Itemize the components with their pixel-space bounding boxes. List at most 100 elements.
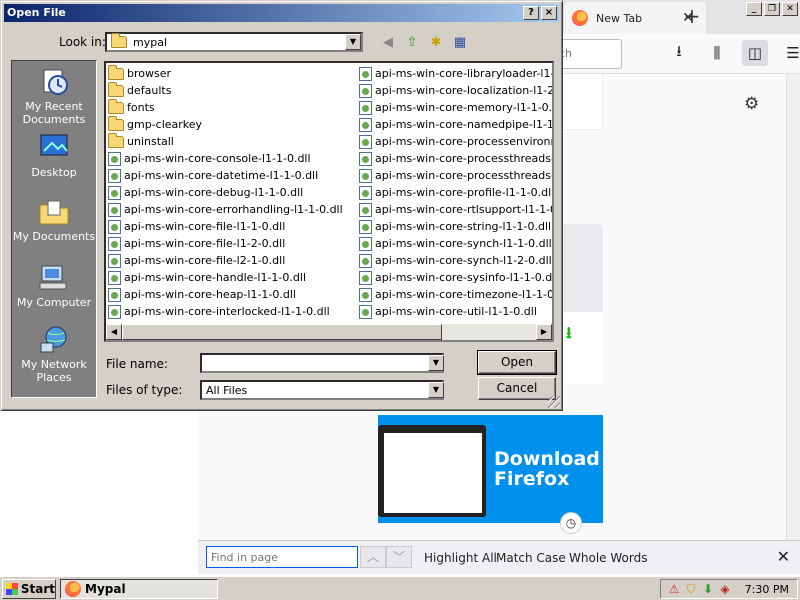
look-in-select[interactable]: mypal ▼ (105, 32, 363, 52)
close-find-icon[interactable]: ✕ (777, 547, 790, 566)
file-item[interactable]: api-ms-win-core-timezone-l1-1-0.dll (359, 286, 554, 303)
file-item[interactable]: api-ms-win-core-string-l1-1-0.dll (359, 218, 552, 235)
gear-icon[interactable]: ⚙ (744, 94, 759, 114)
folder-item[interactable]: fonts (108, 98, 343, 116)
place-label: My Documents (12, 230, 96, 243)
back-icon[interactable]: ◀ (379, 34, 397, 52)
file-item[interactable]: api-ms-win-core-handle-l1-1-0.dll (108, 269, 343, 286)
find-next-button[interactable]: ﹀ (386, 546, 412, 568)
look-in-toolbar: ◀ ⇧ ✱ ▦ (379, 34, 469, 52)
file-item[interactable]: api-ms-win-core-memory-l1-1-0.dll (359, 99, 552, 116)
recent-documents-icon (43, 69, 68, 95)
find-input[interactable] (206, 546, 358, 568)
folder-item[interactable]: browser (108, 64, 343, 82)
scroll-right-icon[interactable]: ▶ (536, 324, 552, 340)
file-item[interactable]: api-ms-win-core-namedpipe-l1-1-0.dll (359, 116, 554, 133)
scrollbar-thumb[interactable] (122, 324, 442, 340)
minimize-icon[interactable]: _ (746, 2, 762, 16)
new-tab-icon[interactable]: + (680, 4, 704, 28)
file-item[interactable]: api-ms-win-core-sysinfo-l1-1-0.dll (359, 269, 552, 286)
place-recent[interactable]: My Recent Documents (12, 67, 96, 126)
up-folder-icon[interactable]: ⇧ (403, 34, 421, 52)
highlight-all-toggle[interactable]: Highlight All (424, 551, 497, 565)
antivirus-icon[interactable]: ◈ (718, 582, 732, 596)
place-my-documents[interactable]: My Documents (12, 197, 96, 243)
file-name-input[interactable] (200, 353, 444, 373)
firefox-promo-card[interactable]: Download Firefox (378, 415, 603, 523)
file-item[interactable]: api-ms-win-core-processthreads-l1-1-1.dl… (359, 167, 552, 184)
file-item[interactable]: api-ms-win-core-datetime-l1-1-0.dll (108, 167, 343, 184)
file-item[interactable]: api-ms-win-core-util-l1-1-0.dll (359, 303, 552, 320)
help-button[interactable]: ? (523, 6, 539, 20)
taskbar-item-mypal[interactable]: Mypal (60, 579, 218, 599)
file-item[interactable]: api-ms-win-core-heap-l1-1-0.dll (108, 286, 343, 303)
place-my-computer[interactable]: My Computer (12, 263, 96, 309)
page-scrollbar[interactable] (786, 74, 800, 540)
folder-item[interactable]: gmp-clearkey (108, 115, 343, 133)
restore-icon[interactable]: ❐ (764, 2, 780, 16)
download-arrow-icon: ⭳ (566, 323, 572, 342)
place-network[interactable]: My Network Places (12, 325, 96, 384)
file-name: uninstall (127, 135, 174, 148)
file-item[interactable]: api-ms-win-core-console-l1-1-0.dll (108, 150, 343, 167)
library-icon[interactable]: ⫼ (704, 40, 730, 66)
dll-file-icon (359, 66, 372, 81)
start-button[interactable]: Start (2, 579, 56, 599)
cancel-button[interactable]: Cancel (478, 377, 556, 400)
update-icon[interactable]: ⬇ (701, 582, 715, 596)
dll-file-icon (359, 117, 372, 132)
file-item[interactable]: api-ms-win-core-profile-l1-1-0.dll (359, 184, 552, 201)
file-item[interactable]: api-ms-win-core-file-l1-1-0.dll (108, 218, 343, 235)
file-name: api-ms-win-core-synch-l1-2-0.dll (375, 254, 552, 267)
network-icon[interactable]: ⚠ (667, 582, 681, 596)
file-item[interactable]: api-ms-win-core-errorhandling-l1-1-0.dll (108, 201, 343, 218)
scroll-left-icon[interactable]: ◀ (106, 324, 122, 340)
whole-words-toggle[interactable]: Whole Words (569, 551, 647, 565)
file-column: browser defaults fonts gmp-clearkey uninstal… (108, 64, 343, 320)
desktop-icon (40, 134, 68, 160)
file-item[interactable]: api-ms-win-core-localization-l1-2-0.dll (359, 82, 552, 99)
match-case-toggle[interactable]: Match Case (496, 551, 566, 565)
open-button[interactable]: Open (477, 350, 557, 375)
place-desktop[interactable]: Desktop (12, 133, 96, 179)
file-item[interactable]: api-ms-win-core-debug-l1-1-0.dll (108, 184, 343, 201)
file-item[interactable]: api-ms-win-core-libraryloader-l1-1-0.dll (359, 65, 552, 82)
file-item[interactable]: api-ms-win-core-synch-l1-1-0.dll (359, 235, 552, 252)
dll-file-icon (359, 185, 372, 200)
files-of-type-select[interactable]: All Files (200, 380, 444, 400)
new-folder-icon[interactable]: ✱ (427, 34, 445, 52)
file-item[interactable]: api-ms-win-core-interlocked-l1-1-0.dll (108, 303, 343, 320)
security-shield-icon[interactable]: ⛉ (684, 582, 698, 596)
folder-item[interactable]: defaults (108, 81, 343, 99)
file-item[interactable]: api-ms-win-core-file-l1-2-0.dll (108, 235, 343, 252)
find-previous-button[interactable]: ︿ (360, 546, 386, 568)
dll-file-icon (108, 253, 121, 268)
file-list[interactable]: browser defaults fonts gmp-clearkey uninstal… (104, 61, 554, 342)
menu-icon[interactable]: ☰ (780, 40, 800, 66)
file-item[interactable]: api-ms-win-core-processthreads-l1-1-0.dl… (359, 150, 552, 167)
file-name: api-ms-win-core-errorhandling-l1-1-0.dll (124, 203, 343, 216)
sidebar-icon[interactable]: ◫ (742, 40, 768, 66)
horizontal-scrollbar[interactable]: ◀ ▶ (106, 324, 552, 340)
file-name: api-ms-win-core-timezone-l1-1-0.dll (375, 288, 554, 301)
dll-file-icon (359, 100, 372, 115)
chevron-down-icon[interactable]: ▼ (428, 355, 444, 371)
file-name-label: File name: (106, 357, 168, 371)
folder-icon (108, 98, 124, 114)
chevron-down-icon[interactable]: ▼ (345, 34, 361, 50)
file-name: api-ms-win-core-namedpipe-l1-1-0.dll (375, 118, 554, 131)
close-button[interactable]: × (541, 6, 557, 20)
file-item[interactable]: api-ms-win-core-processenvironment-l1-1-… (359, 133, 552, 150)
download-icon[interactable]: ⭳ (666, 40, 692, 66)
close-icon[interactable]: ✕ (782, 2, 798, 16)
dialog-titlebar[interactable]: Open File ? × (4, 4, 559, 22)
browser-window-controls: _ ❐ ✕ (746, 2, 798, 16)
resize-grip[interactable] (548, 396, 560, 408)
file-item[interactable]: api-ms-win-core-rtlsupport-l1-1-0.dll (359, 201, 552, 218)
file-item[interactable]: api-ms-win-core-file-l2-1-0.dll (108, 252, 343, 269)
view-menu-icon[interactable]: ▦ (451, 34, 469, 52)
folder-item[interactable]: uninstall (108, 132, 343, 150)
chevron-down-icon[interactable]: ▼ (428, 382, 444, 398)
file-name: api-ms-win-core-debug-l1-1-0.dll (124, 186, 304, 199)
file-item[interactable]: api-ms-win-core-synch-l1-2-0.dll (359, 252, 552, 269)
